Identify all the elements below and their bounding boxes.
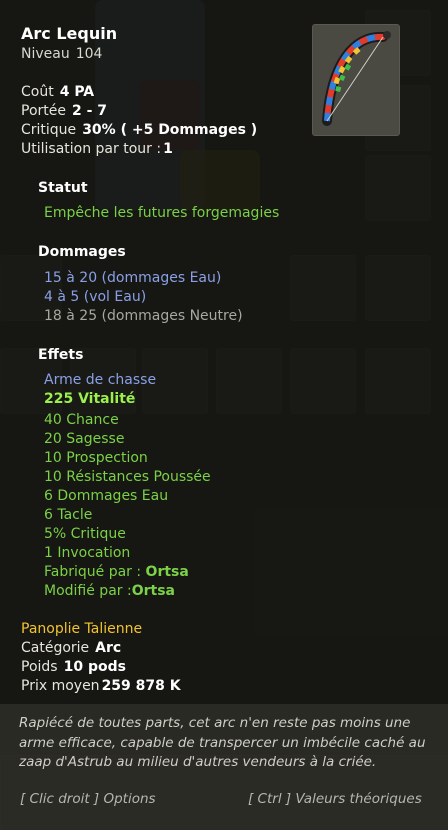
effect-line: 6 Dommages Eau [44,488,169,504]
modified-by: Modifié par :Ortsa [44,583,175,599]
stat-critical: Critique 30% ( +5 Dommages ) [21,122,258,138]
section-statut-title: Statut [38,180,88,196]
crafted-by: Fabriqué par : Ortsa [44,564,189,580]
effect-line: 20 Sagesse [44,431,125,447]
stat-uses-per-turn: Utilisation par tour :1 [21,141,173,157]
bow-icon [322,31,391,126]
effect-line: 5% Critique [44,526,126,542]
stat-cost: Coût 4 PA [21,84,95,100]
damage-line: 4 à 5 (vol Eau) [44,289,147,305]
level-label: Niveau [21,46,70,62]
set-name[interactable]: Panoplie Talienne [21,621,142,637]
item-weight: Poids 10 pods [21,659,126,675]
effect-line: 40 Chance [44,412,119,428]
damage-line: 15 à 20 (dommages Eau) [44,270,222,286]
section-effets-title: Effets [38,347,84,363]
level-value: 104 [75,46,103,62]
item-name: Arc Lequin [21,24,118,43]
item-thumbnail [312,24,400,136]
effect-line: 10 Prospection [44,450,148,466]
item-description-box: Rapiécé de toutes parts, cet arc n'en re… [0,704,448,830]
item-level: Niveau 104 [21,46,102,62]
item-tooltip: Arc Lequin Niveau 104 Coût 4 PA Portée 2 - … [0,0,448,830]
right-click-options-hint: [ Clic droit ] Options [20,791,156,807]
item-average-price: Prix moyen 259 878 K [21,678,181,694]
stat-range: Portée 2 - 7 [21,103,108,119]
damage-line: 18 à 25 (dommages Neutre) [44,308,243,324]
item-description: Rapiécé de toutes parts, cet arc n'en re… [19,715,426,770]
section-dommages-title: Dommages [38,244,126,260]
weapon-type: Arme de chasse [44,372,157,388]
effect-line: 10 Résistances Poussée [44,469,211,485]
ctrl-theoretical-values-hint: [ Ctrl ] Valeurs théoriques [248,791,422,807]
effect-line: 1 Invocation [44,545,131,561]
statut-text: Empêche les futures forgemagies [44,205,280,221]
item-category: Catégorie Arc [21,640,122,656]
effect-line: 6 Tacle [44,507,93,523]
effect-vitality: 225 Vitalité [44,391,136,407]
